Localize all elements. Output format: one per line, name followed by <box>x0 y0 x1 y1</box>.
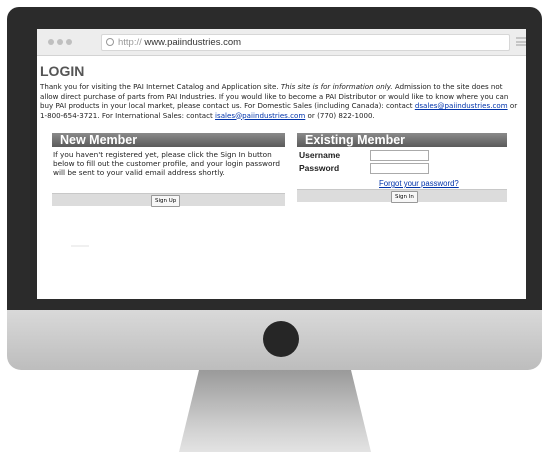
monitor-bezel: http:// www.paiindustries.com LOGIN Than… <box>7 7 542 310</box>
page-divider <box>71 245 89 247</box>
intro-text: or (770) 822-1000. <box>305 110 375 120</box>
username-label: Username <box>299 150 341 160</box>
browser-toolbar: http:// www.paiindustries.com <box>37 29 526 56</box>
password-label: Password <box>299 163 340 173</box>
intro-text: Thank you for visiting the PAI Internet … <box>40 82 281 91</box>
address-bar[interactable]: http:// www.paiindustries.com <box>101 34 510 51</box>
domestic-sales-email-link[interactable]: dsales@paiindustries.com <box>415 101 508 110</box>
new-member-heading: New Member <box>52 133 285 147</box>
sign-up-button[interactable]: Sign Up <box>151 195 181 207</box>
existing-member-heading: Existing Member <box>297 133 507 147</box>
camera-icon <box>263 321 299 357</box>
browser-menu-icon[interactable] <box>516 37 526 46</box>
sign-in-button[interactable]: Sign In <box>391 191 418 203</box>
intro-paragraph: Thank you for visiting the PAI Internet … <box>40 82 523 120</box>
international-sales-email-link[interactable]: isales@paiindustries.com <box>215 111 305 120</box>
page-info-icon <box>106 38 114 46</box>
window-dot-icon[interactable] <box>57 39 63 45</box>
page-title: LOGIN <box>40 63 85 79</box>
username-input[interactable] <box>370 150 429 161</box>
password-input[interactable] <box>370 163 429 174</box>
existing-member-button-bar: Sign In <box>297 189 507 203</box>
window-dot-icon[interactable] <box>48 39 54 45</box>
new-member-description: If you haven't registered yet, please cl… <box>53 150 280 177</box>
url-domain: www.paiindustries.com <box>144 37 242 48</box>
new-member-button-bar: Sign Up <box>52 193 285 207</box>
window-dot-icon[interactable] <box>66 39 72 45</box>
intro-italic-text: This site is for information only. <box>280 82 393 91</box>
monitor-stand <box>179 370 371 452</box>
monitor-screen: http:// www.paiindustries.com LOGIN Than… <box>37 29 526 299</box>
url-protocol: http:// <box>118 37 142 48</box>
forgot-password-link[interactable]: Forgot your password? <box>379 179 459 188</box>
